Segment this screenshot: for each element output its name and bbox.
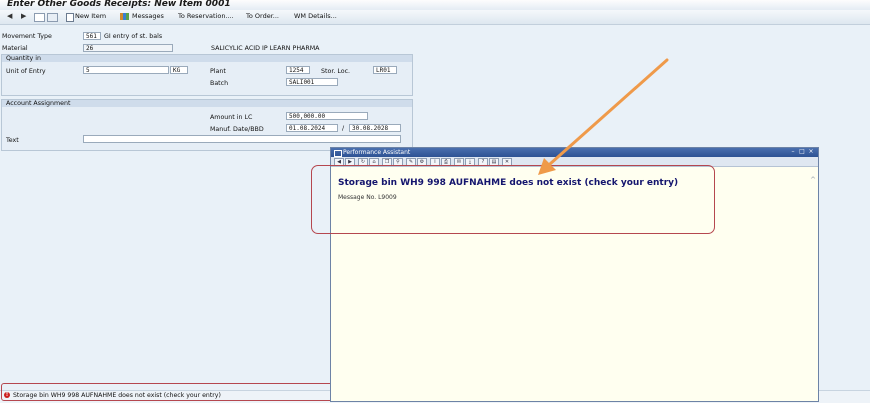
annotation-arrow [538, 58, 669, 175]
